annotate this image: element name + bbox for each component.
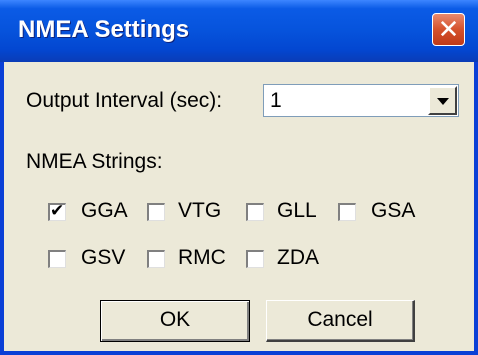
window-title: NMEA Settings xyxy=(18,16,190,43)
checkbox-label-gsa[interactable]: GSA xyxy=(371,199,415,223)
output-interval-value: 1 xyxy=(270,89,282,112)
dropdown-arrow-icon[interactable] xyxy=(428,86,457,115)
checkbox-rmc[interactable] xyxy=(147,250,165,268)
checkbox-label-gga[interactable]: GGA xyxy=(81,199,128,223)
close-button[interactable]: ✕ xyxy=(432,13,465,46)
output-interval-label: Output Interval (sec): xyxy=(26,89,223,112)
checkbox-gll[interactable] xyxy=(246,203,264,221)
nmea-settings-dialog: NMEA Settings ✕ Output Interval (sec): 1… xyxy=(0,0,478,355)
checkbox-gga[interactable]: ✔ xyxy=(48,201,66,221)
checkbox-gsv[interactable] xyxy=(48,250,66,268)
checkbox-vtg[interactable] xyxy=(147,203,165,221)
checkbox-zda[interactable] xyxy=(246,250,264,268)
output-interval-select[interactable]: 1 xyxy=(263,84,459,117)
checkbox-label-vtg[interactable]: VTG xyxy=(178,199,221,223)
checkbox-label-rmc[interactable]: RMC xyxy=(178,246,226,270)
cancel-button[interactable]: Cancel xyxy=(266,300,415,342)
checkbox-label-gsv[interactable]: GSV xyxy=(81,246,125,270)
close-icon: ✕ xyxy=(437,14,460,44)
checkbox-label-zda[interactable]: ZDA xyxy=(277,246,319,270)
checkbox-gsa[interactable] xyxy=(338,203,356,221)
title-bar[interactable]: NMEA Settings ✕ xyxy=(0,0,478,62)
ok-button[interactable]: OK xyxy=(100,300,250,342)
nmea-strings-label: NMEA Strings: xyxy=(26,150,163,173)
checkbox-label-gll[interactable]: GLL xyxy=(277,199,317,223)
checkmark-icon: ✔ xyxy=(50,201,65,220)
